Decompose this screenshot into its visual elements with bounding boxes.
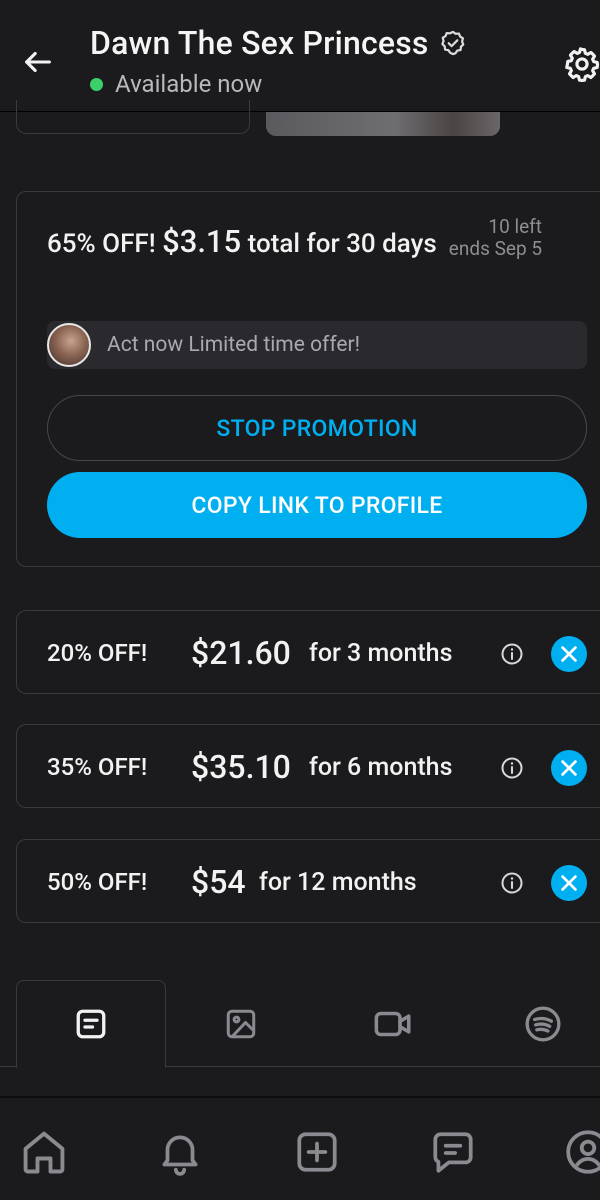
bundle-discount: 50% OFF! [47,868,148,896]
posts-icon [76,1009,106,1039]
bundle-row: 50% OFF! $54 for 12 months [16,839,600,923]
bundle-period: for 3 months [309,638,453,668]
profile-header[interactable]: Dawn The Sex Princess Available now [90,24,467,98]
promotion-message-text: Act now Limited time offer! [107,333,361,357]
nav-home[interactable] [16,1124,72,1180]
profile-icon [566,1130,600,1174]
tab-photos[interactable] [166,980,316,1068]
bundle-row: 35% OFF! $35.10 for 6 months [16,724,600,808]
bundle-period: for 6 months [309,752,453,782]
nav-add-post[interactable] [289,1124,345,1180]
audio-icon [525,1006,561,1042]
nav-messages[interactable] [425,1124,481,1180]
info-icon[interactable] [500,642,524,666]
bundle-price: $21.60 [191,634,291,672]
bundle-price: $54 [191,863,246,901]
promotion-remaining: 10 left [488,215,542,238]
bundle-discount: 35% OFF! [47,753,148,781]
nav-profile[interactable] [560,1124,600,1180]
remove-bundle-button[interactable] [551,636,587,672]
info-icon[interactable] [500,871,524,895]
online-indicator [90,77,103,91]
close-icon [561,875,577,891]
bell-icon [162,1135,198,1176]
tab-audio[interactable] [468,980,600,1068]
gear-icon [565,47,600,83]
bundle-discount: 20% OFF! [47,639,148,667]
media-thumbnail-image[interactable] [266,112,500,136]
bundle-price: $35.10 [191,748,291,786]
availability-status: Available now [115,70,263,98]
close-icon [561,760,577,776]
media-thumbnail-card[interactable] [16,100,250,134]
settings-button[interactable] [556,38,600,90]
promotion-card: 65% OFF! $3.15 total for 30 days 10 left… [16,191,600,567]
home-icon [23,1131,65,1174]
close-icon [561,646,577,662]
promotion-meta: 10 left ends Sep 5 [449,216,542,260]
bundle-row: 20% OFF! $21.60 for 3 months [16,610,600,694]
bottom-navigation [0,1096,600,1200]
avatar [47,323,91,367]
add-icon [297,1132,337,1172]
remove-bundle-button[interactable] [551,750,587,786]
videos-icon [374,1011,411,1037]
bundle-period: for 12 months [259,867,417,897]
content-tabs [0,980,600,1068]
promotion-message: Act now Limited time offer! [47,321,587,369]
tab-posts[interactable] [16,980,166,1068]
photos-icon [226,1009,256,1039]
remove-bundle-button[interactable] [551,865,587,901]
promotion-discount: 65% OFF! [47,229,156,259]
info-icon[interactable] [500,756,524,780]
stop-promotion-button[interactable]: STOP PROMOTION [47,395,587,461]
copy-link-button[interactable]: COPY LINK TO PROFILE [47,472,587,538]
messages-icon [433,1132,473,1173]
promotion-headline: 65% OFF! $3.15 total for 30 days [47,220,437,266]
promotion-price: $3.15 [162,223,242,260]
top-app-bar: Dawn The Sex Princess Available now [0,0,600,112]
profile-name: Dawn The Sex Princess [90,24,429,62]
arrow-left-icon [25,51,51,73]
verified-badge-icon [440,30,464,56]
nav-notifications[interactable] [152,1124,208,1180]
back-button[interactable] [16,40,60,84]
tab-videos[interactable] [318,980,468,1068]
promotion-period: total for 30 days [247,229,437,259]
promotion-end-date: ends Sep 5 [448,237,542,260]
